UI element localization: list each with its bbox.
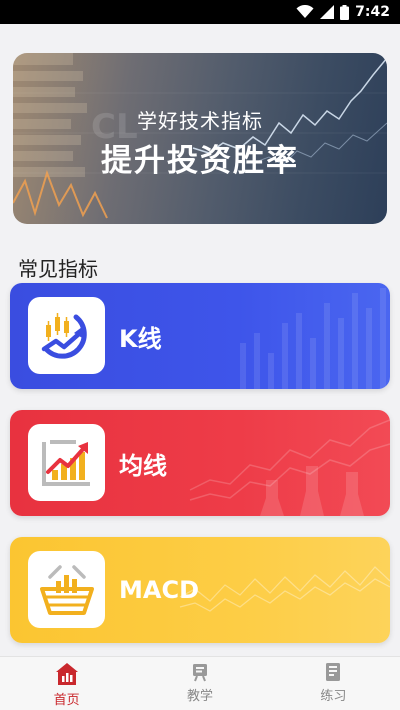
section-title: 常见指标 xyxy=(18,257,98,281)
card-icon-box xyxy=(28,297,105,374)
status-time: 7:42 xyxy=(355,4,390,20)
card-icon-box xyxy=(28,551,105,628)
tab-label: 练习 xyxy=(320,689,347,704)
card-icon-box xyxy=(28,424,105,501)
bottom-tab-bar: 首页 教学 练习 xyxy=(0,656,400,710)
card-label: MACD xyxy=(119,576,199,604)
indicator-card-macd[interactable]: MACD xyxy=(10,537,390,643)
indicator-card-kline[interactable]: K线 xyxy=(10,283,390,389)
status-bar: 7:42 xyxy=(0,0,400,24)
banner-subtitle: 学好技术指标 xyxy=(137,109,263,133)
tab-label: 教学 xyxy=(186,689,213,704)
wifi-icon xyxy=(296,5,314,18)
tab-label: 首页 xyxy=(53,693,80,708)
teaching-board-icon xyxy=(192,664,207,682)
battery-icon xyxy=(340,4,350,20)
cellular-signal-icon xyxy=(320,5,335,19)
rising-bar-chart-icon xyxy=(41,439,90,486)
banner-title: 提升投资胜率 xyxy=(101,143,299,179)
notebook-icon xyxy=(326,663,341,681)
indicator-card-moving-average[interactable]: 均线 xyxy=(10,410,390,516)
tab-practice[interactable]: 练习 xyxy=(267,657,400,710)
tab-home[interactable]: 首页 xyxy=(0,657,133,710)
card-label: 均线 xyxy=(119,451,167,480)
card-label: K线 xyxy=(119,324,162,353)
home-chart-icon xyxy=(55,663,78,685)
status-icons: 7:42 xyxy=(296,2,390,22)
promo-banner[interactable]: CL 学好技术指标 提升投资胜率 xyxy=(13,53,387,224)
basket-chart-icon xyxy=(39,564,94,615)
candlestick-trend-icon xyxy=(41,312,87,359)
tab-teaching[interactable]: 教学 xyxy=(133,657,266,710)
